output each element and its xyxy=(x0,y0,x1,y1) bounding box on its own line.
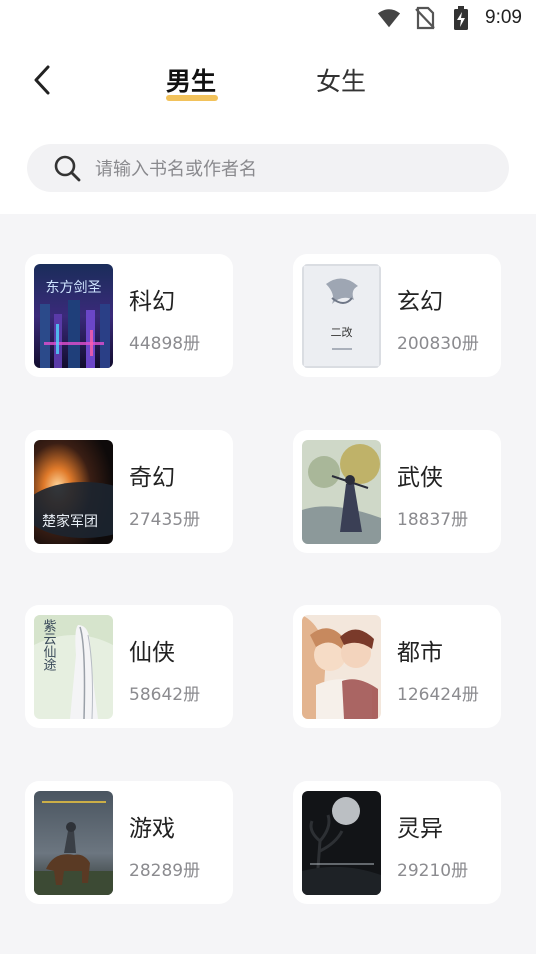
cover-title: 东方剑圣 xyxy=(46,280,102,296)
category-name: 科幻 xyxy=(129,289,175,315)
category-card-supernatural[interactable]: 灵异 29210册 xyxy=(293,781,501,904)
category-card-urban[interactable]: 都市 126424册 xyxy=(293,605,501,728)
category-name: 都市 xyxy=(397,640,443,666)
category-name: 仙侠 xyxy=(129,640,175,666)
book-cover: 东方剑圣 xyxy=(34,264,113,368)
book-cover: 二改 xyxy=(302,264,381,368)
category-count: 58642册 xyxy=(129,685,201,705)
tab-male[interactable]: 男生 xyxy=(166,62,216,98)
category-name: 灵异 xyxy=(397,816,443,842)
category-count: 200830册 xyxy=(397,334,479,354)
category-name: 玄幻 xyxy=(397,289,443,315)
back-button[interactable] xyxy=(26,60,58,100)
book-cover xyxy=(302,440,381,544)
category-name: 游戏 xyxy=(129,816,175,842)
tab-female-label: 女生 xyxy=(316,67,367,96)
search-icon xyxy=(54,155,81,182)
category-count: 18837册 xyxy=(397,510,469,530)
wifi-icon xyxy=(377,6,401,30)
book-cover xyxy=(302,791,381,895)
category-card-fantasy[interactable]: 楚家军团 奇幻 27435册 xyxy=(25,430,233,553)
category-count: 126424册 xyxy=(397,685,479,705)
category-count: 27435册 xyxy=(129,510,201,530)
chevron-left-icon xyxy=(34,65,50,95)
category-count: 28289册 xyxy=(129,861,201,881)
category-count: 29210册 xyxy=(397,861,469,881)
book-cover xyxy=(34,791,113,895)
category-card-scifi[interactable]: 东方剑圣 科幻 44898册 xyxy=(25,254,233,377)
status-time: 9:09 xyxy=(485,7,522,28)
category-card-xuanhuan[interactable]: 二改 玄幻 200830册 xyxy=(293,254,501,377)
book-cover: 楚家军团 xyxy=(34,440,113,544)
status-bar: 9:09 xyxy=(0,0,536,36)
battery-charging-icon xyxy=(449,6,473,30)
cover-title: 紫云仙途 xyxy=(41,619,57,672)
cover-title: 二改 xyxy=(331,325,353,339)
search-input[interactable]: 请输入书名或作者名 xyxy=(27,144,509,192)
search-placeholder: 请输入书名或作者名 xyxy=(95,159,257,180)
category-count: 44898册 xyxy=(129,334,201,354)
tab-male-label: 男生 xyxy=(166,67,217,96)
category-grid: 东方剑圣 科幻 44898册 二改 玄幻 200830册 楚家军团 奇幻 274… xyxy=(0,214,536,954)
category-name: 奇幻 xyxy=(129,465,175,491)
book-cover: 紫云仙途 xyxy=(34,615,113,719)
book-cover xyxy=(302,615,381,719)
category-card-xianxia[interactable]: 紫云仙途 仙侠 58642册 xyxy=(25,605,233,728)
category-card-wuxia[interactable]: 武侠 18837册 xyxy=(293,430,501,553)
category-card-game[interactable]: 游戏 28289册 xyxy=(25,781,233,904)
no-sim-icon xyxy=(413,6,437,30)
cover-title: 楚家军团 xyxy=(42,513,98,530)
header: 男生 女生 xyxy=(0,54,536,108)
category-name: 武侠 xyxy=(397,465,443,491)
tab-female[interactable]: 女生 xyxy=(316,62,366,98)
